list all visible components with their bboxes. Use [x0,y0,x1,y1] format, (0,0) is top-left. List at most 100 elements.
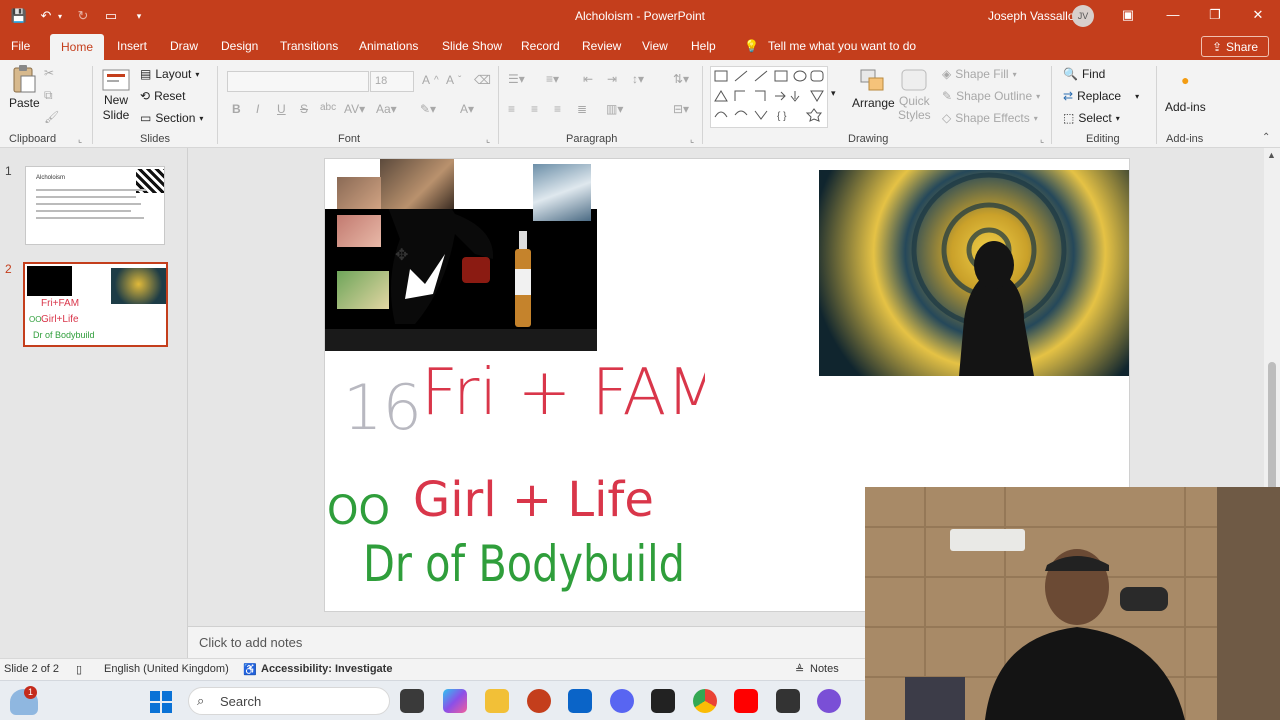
avatar[interactable]: JV [1072,5,1094,27]
tab-help[interactable]: Help [691,39,716,53]
tab-transitions[interactable]: Transitions [280,39,338,53]
tell-me-search[interactable]: Tell me what you want to do [768,39,916,53]
shape-fill-button[interactable]: ◈ Shape Fill ▾ [942,67,1017,81]
align-right-icon[interactable]: ≡ [554,102,561,116]
font-launcher-icon[interactable]: ⌞ [486,134,490,145]
bodybuilders-image[interactable] [380,159,454,209]
redo-icon[interactable]: ↻ [73,6,93,26]
customize-toolbar-icon[interactable]: ▾ [129,6,149,26]
tab-review[interactable]: Review [582,39,621,53]
accessibility-icon[interactable]: ♿ [243,663,257,676]
powerpoint-icon[interactable] [527,689,551,713]
couple-image[interactable] [337,215,381,247]
woman-image[interactable] [337,271,389,309]
section-button[interactable]: ▭ Section ▾ [140,111,203,125]
language-status[interactable]: English (United Kingdom) [104,663,229,675]
bold-icon[interactable]: B [232,102,241,116]
slide-thumbnail-1[interactable]: Alcholoism [25,166,165,245]
select-button[interactable]: ⬚ Select ▾ [1063,111,1120,125]
task-view-icon[interactable] [400,689,424,713]
lightbulb-icon[interactable]: 💡 [744,39,759,53]
reset-button[interactable]: ⟲ Reset [140,89,185,103]
share-button[interactable]: ⇪ Share [1201,36,1269,57]
paste-button[interactable]: Paste [9,64,40,110]
clear-formatting-icon[interactable]: ⌫ [474,73,491,87]
collapse-ribbon-icon[interactable]: ⌃ [1262,132,1270,143]
ink-annotations[interactable]: 16 Fri + FAM OO Girl + Life Dr of Bodybu… [325,309,705,599]
tab-view[interactable]: View [642,39,668,53]
align-left-icon[interactable]: ≡ [508,102,515,116]
accessibility-status[interactable]: Accessibility: Investigate [261,663,392,675]
shapes-gallery[interactable]: { } [710,66,828,128]
outlook-icon[interactable] [568,689,592,713]
text-direction-icon[interactable]: ⇅▾ [673,72,689,86]
arrange-button[interactable]: Arrange [852,68,895,110]
paragraph-launcher-icon[interactable]: ⌞ [690,134,694,145]
scroll-thumb[interactable] [1268,362,1276,502]
taskbar-search[interactable]: ⌕ Search [188,687,390,715]
tab-file[interactable]: File [11,39,30,53]
close-icon[interactable]: ✕ [1248,7,1268,25]
line-spacing-icon[interactable]: ↕▾ [632,72,644,86]
undo-icon[interactable]: ↶ [36,6,56,26]
start-icon[interactable] [150,691,172,713]
format-painter-icon[interactable]: 🖌 [44,110,59,124]
replace-button[interactable]: ⇄ Replace ▾ [1063,89,1139,103]
cut-icon[interactable]: ✂ [44,66,54,80]
copy-icon[interactable]: ⧉ [44,88,53,103]
font-name-combo[interactable] [227,71,369,92]
tab-animations[interactable]: Animations [359,39,418,53]
copilot-icon[interactable] [443,689,467,713]
font-color-icon[interactable]: A▾ [460,102,474,116]
addins-button[interactable]: ● Add-ins [1165,72,1206,114]
underline-icon[interactable]: U [277,102,286,116]
justify-icon[interactable]: ≣ [577,102,587,116]
discord-icon[interactable] [610,689,634,713]
increase-indent-icon[interactable]: ⇥ [607,72,617,86]
undo-dropdown-icon[interactable]: ▾ [54,6,66,26]
slide-count[interactable]: Slide 2 of 2 [4,663,59,675]
quick-styles-button[interactable]: Quick Styles [898,68,931,122]
notes-placeholder[interactable]: Click to add notes [199,635,302,650]
youtube-icon[interactable] [734,689,758,713]
new-slide-button[interactable]: New Slide [102,68,130,122]
patient-image[interactable] [533,164,591,221]
decrease-indent-icon[interactable]: ⇤ [583,72,593,86]
drawing-launcher-icon[interactable]: ⌞ [1040,134,1044,145]
maximize-icon[interactable]: ❐ [1205,7,1225,25]
movie-maker-icon[interactable] [776,689,800,713]
tab-home[interactable]: Home [50,34,105,60]
file-explorer-icon[interactable] [485,689,509,713]
grow-font-icon[interactable]: A ^ [422,73,439,87]
layout-button[interactable]: ▤ Layout ▾ [140,67,199,81]
shape-outline-button[interactable]: ✎ Shape Outline ▾ [942,89,1040,103]
shape-effects-button[interactable]: ◇ Shape Effects ▾ [942,111,1038,125]
shapes-more-icon[interactable]: ▾ [831,88,836,99]
char-spacing-icon[interactable]: AV▾ [344,102,365,116]
tab-design[interactable]: Design [221,39,258,53]
tab-insert[interactable]: Insert [117,39,147,53]
font-size-combo[interactable]: 18 [370,71,414,92]
strikethrough-icon[interactable]: S [300,102,308,116]
user-name[interactable]: Joseph Vassallo [988,9,1075,23]
slide-thumbnail-2[interactable]: Fri+FAM Girl+Life OO Dr of Bodybuild [23,262,168,347]
align-text-icon[interactable]: ⊟▾ [673,102,689,116]
change-case-icon[interactable]: Aa▾ [376,102,397,116]
scroll-up-icon[interactable]: ▲ [1267,150,1276,160]
bullets-icon[interactable]: ☰▾ [508,72,525,86]
columns-icon[interactable]: ▥▾ [606,102,623,116]
audio-editor-icon[interactable] [651,689,675,713]
spelling-icon[interactable]: ▯ [76,663,82,676]
tab-slide-show[interactable]: Slide Show [442,39,502,53]
podcast-icon[interactable] [817,689,841,713]
chrome-icon[interactable] [693,689,717,713]
clipboard-launcher-icon[interactable]: ⌞ [78,134,82,145]
tab-record[interactable]: Record [521,39,560,53]
shrink-font-icon[interactable]: Aˇ [446,73,461,87]
notes-toggle-icon[interactable]: ≜ [795,663,804,676]
ribbon-display-icon[interactable]: ▣ [1118,7,1138,25]
align-center-icon[interactable]: ≡ [531,102,538,116]
highlight-icon[interactable]: ✎▾ [420,102,436,116]
find-button[interactable]: 🔍 Find [1063,67,1105,81]
bodybuilder-small-image[interactable] [337,177,381,209]
